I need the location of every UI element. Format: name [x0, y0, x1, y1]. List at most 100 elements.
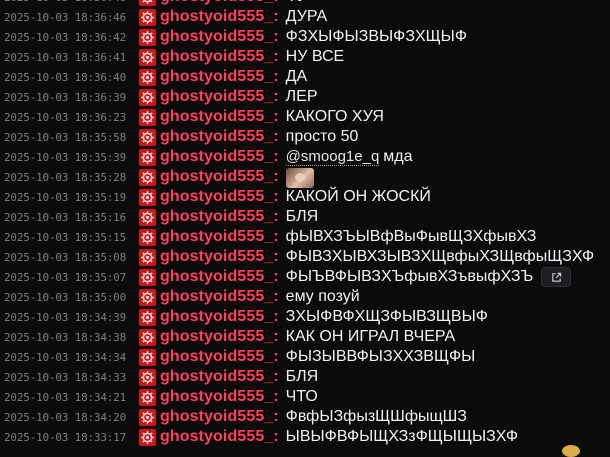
- username-link[interactable]: ghostyoid555_: [160, 8, 273, 26]
- username-link[interactable]: ghostyoid555_: [160, 288, 273, 306]
- emote-image[interactable]: [285, 168, 314, 188]
- username-link[interactable]: ghostyoid555_: [160, 168, 273, 186]
- username-colon: :: [273, 8, 279, 25]
- message-text: ЛЕР: [285, 88, 318, 105]
- external-link-icon: [551, 272, 561, 282]
- user-badge-icon: [139, 68, 156, 86]
- username-link[interactable]: ghostyoid555_: [160, 48, 273, 66]
- chat-message: 2025-10-03 18:36:48 ghostyoid555_: ФУ: [0, 0, 610, 7]
- username-link[interactable]: ghostyoid555_: [160, 28, 273, 46]
- chat-message: 2025-10-03 18:35:28 ghostyoid555_:: [0, 167, 610, 188]
- message-text: БЛЯ: [285, 368, 319, 385]
- message-text: фЫВХЗЪЫВфВыФывЩЗХфывХЗ: [285, 228, 537, 245]
- user-badge-icon: [139, 88, 156, 106]
- user-badge-icon: [139, 408, 156, 426]
- user-badge-icon: [139, 288, 156, 306]
- username-colon: :: [273, 208, 279, 225]
- username-link[interactable]: ghostyoid555_: [160, 388, 273, 406]
- message-timestamp: 2025-10-03 18:34:34: [4, 350, 127, 364]
- username-link[interactable]: ghostyoid555_: [160, 328, 273, 346]
- user-badge-icon: [139, 268, 156, 286]
- chat-message: 2025-10-03 18:36:42 ghostyoid555_: ФЗХЫФЫЗ…: [0, 27, 610, 47]
- user-badge-icon: [139, 108, 156, 126]
- username-link[interactable]: ghostyoid555_: [160, 128, 273, 146]
- username-link[interactable]: ghostyoid555_: [160, 148, 273, 166]
- username-link[interactable]: ghostyoid555_: [160, 368, 273, 386]
- mention-link[interactable]: @smoog1e_q: [285, 148, 380, 166]
- chat-message: 2025-10-03 18:34:20 ghostyoid555_: ФвфЫЗфы…: [0, 407, 610, 427]
- username-link[interactable]: ghostyoid555_: [160, 68, 273, 86]
- user-badge-icon: [139, 208, 156, 226]
- emoji-peek-icon[interactable]: [562, 445, 580, 457]
- username-colon: :: [273, 428, 279, 445]
- message-timestamp: 2025-10-03 18:36:41: [4, 50, 127, 64]
- message-text: ФЫЪВФЫВЗХЪфывХЗъвыфХЗЪ: [285, 268, 534, 285]
- message-text: просто 50: [285, 128, 359, 145]
- username-colon: :: [273, 388, 279, 405]
- chat-message: 2025-10-03 18:36:46 ghostyoid555_: ДУРА: [0, 7, 610, 27]
- message-timestamp: 2025-10-03 18:35:07: [4, 270, 127, 284]
- message-timestamp: 2025-10-03 18:34:33: [4, 370, 127, 384]
- message-text: мда: [383, 148, 413, 165]
- username-colon: :: [273, 0, 278, 6]
- chat-message: 2025-10-03 18:34:39 ghostyoid555_: ЗХЫФВФХ…: [0, 307, 610, 327]
- username-link[interactable]: ghostyoid555_: [160, 348, 273, 366]
- chat-message: 2025-10-03 18:34:38 ghostyoid555_: КАК ОН …: [0, 327, 610, 347]
- open-link-button[interactable]: [541, 267, 572, 287]
- message-text: ЧТО: [285, 388, 318, 405]
- username-colon: :: [273, 148, 279, 165]
- message-timestamp: 2025-10-03 18:36:40: [4, 70, 127, 84]
- username-colon: :: [273, 88, 279, 105]
- chat-message: 2025-10-03 18:35:58 ghostyoid555_: просто …: [0, 127, 610, 147]
- username-link[interactable]: ghostyoid555_: [160, 0, 273, 6]
- message-timestamp: 2025-10-03 18:35:16: [4, 210, 127, 224]
- username-link[interactable]: ghostyoid555_: [160, 108, 273, 126]
- message-timestamp: 2025-10-03 18:34:38: [4, 330, 127, 344]
- username-link[interactable]: ghostyoid555_: [160, 408, 273, 426]
- message-timestamp: 2025-10-03 18:35:39: [4, 150, 127, 164]
- username-link[interactable]: ghostyoid555_: [160, 428, 273, 446]
- chat-message: 2025-10-03 18:36:39 ghostyoid555_: ЛЕР: [0, 87, 610, 107]
- user-badge-icon: [139, 188, 156, 206]
- message-text: ДА: [285, 68, 308, 85]
- username-colon: :: [273, 108, 279, 125]
- user-badge-icon: [139, 148, 156, 166]
- username-colon: :: [273, 168, 279, 185]
- username-link[interactable]: ghostyoid555_: [160, 228, 273, 246]
- message-timestamp: 2025-10-03 18:36:39: [4, 90, 127, 104]
- username-link[interactable]: ghostyoid555_: [160, 208, 273, 226]
- username-colon: :: [273, 68, 279, 85]
- user-badge-icon: [139, 28, 156, 46]
- message-text: ему позуй: [285, 288, 360, 305]
- username-colon: :: [273, 268, 279, 285]
- user-badge-icon: [139, 228, 156, 246]
- username-link[interactable]: ghostyoid555_: [160, 188, 273, 206]
- username-link[interactable]: ghostyoid555_: [160, 248, 273, 266]
- user-badge-icon: [139, 388, 156, 406]
- message-timestamp: 2025-10-03 18:35:28: [4, 170, 127, 184]
- username-colon: :: [273, 188, 279, 205]
- message-timestamp: 2025-10-03 18:35:08: [4, 250, 127, 264]
- username-colon: :: [273, 368, 279, 385]
- chat-message: 2025-10-03 18:35:07 ghostyoid555_: ФЫЪВФЫВ…: [0, 267, 610, 287]
- chat-message: 2025-10-03 18:35:08 ghostyoid555_: ФЫВЗХЫВ…: [0, 247, 610, 267]
- chat-message: 2025-10-03 18:35:00 ghostyoid555_: ему поз…: [0, 287, 610, 307]
- chat-log: 2025-10-03 18:36:48ghostyoid555_:ФУ2025-…: [0, 0, 610, 447]
- user-badge-icon: [139, 0, 156, 6]
- message-text: ФУ: [286, 0, 308, 6]
- username-colon: :: [273, 328, 279, 345]
- message-text: ФЫЗЫВВФЫЗХХЗВЩФЫ: [285, 348, 476, 365]
- message-text: ФЗХЫФЫЗВЫФЗХЩЫФ: [285, 28, 467, 45]
- user-badge-icon: [139, 168, 156, 186]
- username-colon: :: [273, 308, 279, 325]
- user-badge-icon: [139, 428, 156, 446]
- message-timestamp: 2025-10-03 18:35:19: [4, 190, 127, 204]
- message-timestamp: 2025-10-03 18:34:21: [4, 390, 127, 404]
- username-link[interactable]: ghostyoid555_: [160, 88, 273, 106]
- username-link[interactable]: ghostyoid555_: [160, 268, 273, 286]
- message-text: КАКОЙ ОН ЖОСКЙ: [285, 188, 431, 205]
- username-link[interactable]: ghostyoid555_: [160, 308, 273, 326]
- chat-message: 2025-10-03 18:33:17 ghostyoid555_: ЫВЫФВФЫ…: [0, 427, 610, 447]
- message-text: КАК ОН ИГРАЛ ВЧЕРА: [285, 328, 456, 345]
- username-colon: :: [273, 288, 279, 305]
